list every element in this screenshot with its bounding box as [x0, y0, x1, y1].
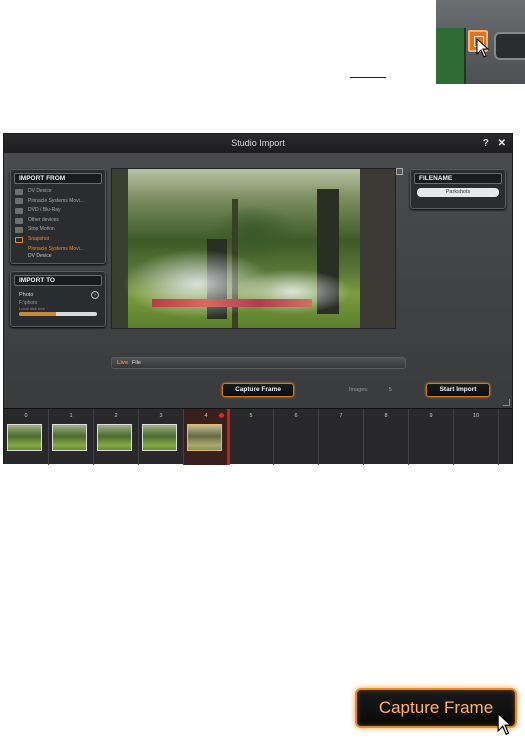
- images-label: Images:: [349, 387, 369, 393]
- frame-number: 7: [339, 413, 343, 419]
- source-item-dvd[interactable]: DVD / Blu-Ray: [15, 206, 101, 216]
- filename-panel: FILENAME Parkshots: [410, 169, 506, 209]
- title-bar: Studio Import ? ✕: [4, 134, 512, 153]
- frame-thumbnail[interactable]: [187, 424, 222, 451]
- filmstrip-cell[interactable]: 1: [49, 409, 94, 465]
- disk-usage-fill: [19, 312, 57, 316]
- resize-grip-icon[interactable]: [503, 399, 510, 406]
- fullscreen-icon[interactable]: [396, 168, 403, 175]
- frame-thumbnail[interactable]: [52, 424, 87, 451]
- page: Studio Import ? ✕ IMPORT FROM DV Device …: [0, 0, 525, 739]
- snapshot-icon: [15, 236, 23, 243]
- camcorder-icon: [15, 188, 23, 195]
- window-title: Studio Import: [231, 138, 285, 148]
- frame-number: 2: [114, 413, 118, 419]
- flower-bed: [152, 299, 312, 307]
- adjacent-button-zoomed: [494, 32, 525, 60]
- tree-trunk-right: [360, 169, 395, 328]
- filmstrip-cell[interactable]: 9: [409, 409, 454, 465]
- sprinkler-mist: [232, 269, 352, 314]
- source-toggle-bar: Live File: [111, 357, 406, 369]
- mouse-cursor-icon: [497, 712, 513, 736]
- playhead-marker[interactable]: [227, 409, 230, 465]
- images-count: 5: [388, 387, 392, 393]
- frame-number: 9: [429, 413, 433, 419]
- disc-icon: [15, 207, 23, 214]
- frame-number: 8: [384, 413, 388, 419]
- frame-thumbnail[interactable]: [97, 424, 132, 451]
- green-panel-edge: [436, 28, 466, 84]
- start-import-button[interactable]: Start Import: [426, 383, 490, 397]
- import-category: Photo: [19, 292, 34, 298]
- mouse-cursor-icon: [476, 38, 490, 58]
- video-preview: [111, 168, 396, 329]
- frame-number: 10: [472, 413, 480, 419]
- source-item-snapshot[interactable]: Snapshot: [15, 235, 101, 245]
- window-client: IMPORT FROM DV Device Pinnacle Systems M…: [4, 153, 512, 408]
- disk-usage-bar: [19, 312, 97, 316]
- camera-icon: [15, 227, 23, 234]
- source-label: Stop Motion: [28, 226, 55, 233]
- filename-input[interactable]: Parkshots: [417, 188, 499, 197]
- filmstrip: 0 1 2 3 4 5 6 7 8 9 10: [4, 408, 512, 465]
- filmstrip-cell[interactable]: 2: [94, 409, 139, 465]
- device-icon: [15, 198, 23, 205]
- frame-thumbnail[interactable]: [7, 424, 42, 451]
- source-label: Snapshot: [28, 235, 50, 242]
- import-from-title: IMPORT FROM: [14, 173, 102, 184]
- live-source-button[interactable]: Live: [117, 358, 128, 368]
- file-source-button[interactable]: File: [132, 360, 141, 366]
- source-item-pinnacle[interactable]: Pinnacle Systems Movi...: [15, 197, 101, 207]
- snapshot-device[interactable]: Pinnacle Systems Movi... DV Device: [11, 246, 105, 260]
- filmstrip-cell[interactable]: 4: [184, 409, 229, 465]
- text-underline: [350, 77, 386, 78]
- import-to-panel: IMPORT TO Photo › F:\photo Local disk fr…: [10, 271, 106, 327]
- folder-icon: [15, 217, 23, 224]
- frame-number: 5: [249, 413, 253, 419]
- frame-number: 6: [294, 413, 298, 419]
- disk-space-label: Local disk free: [19, 306, 45, 311]
- snapshot-device-type: DV Device: [28, 252, 52, 259]
- frame-number: 1: [69, 413, 73, 419]
- close-icon[interactable]: ✕: [498, 138, 506, 149]
- filmstrip-cell[interactable]: 7: [319, 409, 364, 465]
- source-label: Pinnacle Systems Movi...: [28, 197, 84, 204]
- browse-arrow-icon[interactable]: ›: [91, 291, 99, 299]
- filmstrip-cell[interactable]: 0: [4, 409, 49, 465]
- frame-number: 0: [24, 413, 28, 419]
- source-item-other[interactable]: Other devices: [15, 216, 101, 226]
- filename-title: FILENAME: [414, 173, 502, 184]
- filmstrip-cell[interactable]: 5: [229, 409, 274, 465]
- source-item-stop-motion[interactable]: Stop Motion: [15, 225, 101, 235]
- import-source-list: DV Device Pinnacle Systems Movi... DVD /…: [11, 186, 105, 246]
- import-to-title: IMPORT TO: [14, 275, 102, 286]
- zoomed-snapshot-button-callout: [436, 0, 525, 84]
- capture-frame-button-zoomed[interactable]: Capture Frame: [355, 688, 517, 728]
- capture-frame-button[interactable]: Capture Frame: [222, 383, 294, 397]
- filmstrip-cell[interactable]: 8: [364, 409, 409, 465]
- filmstrip-cell[interactable]: 6: [274, 409, 319, 465]
- import-from-panel: IMPORT FROM DV Device Pinnacle Systems M…: [10, 169, 106, 264]
- source-label: DV Device: [28, 188, 52, 194]
- source-label: Other devices: [28, 216, 59, 223]
- frame-thumbnail[interactable]: [142, 424, 177, 451]
- images-counter: Images: 5: [349, 387, 392, 393]
- studio-import-window: Studio Import ? ✕ IMPORT FROM DV Device …: [3, 133, 513, 465]
- snapshot-device-name: Pinnacle Systems Movi...: [28, 245, 84, 252]
- source-label: DVD / Blu-Ray: [28, 207, 61, 214]
- frame-number: 3: [159, 413, 163, 419]
- source-item-dv-device[interactable]: DV Device: [15, 187, 101, 197]
- delete-frame-icon[interactable]: [219, 413, 224, 418]
- help-icon[interactable]: ?: [483, 138, 489, 149]
- filmstrip-cell[interactable]: 3: [139, 409, 184, 465]
- filmstrip-cell[interactable]: 10: [454, 409, 499, 465]
